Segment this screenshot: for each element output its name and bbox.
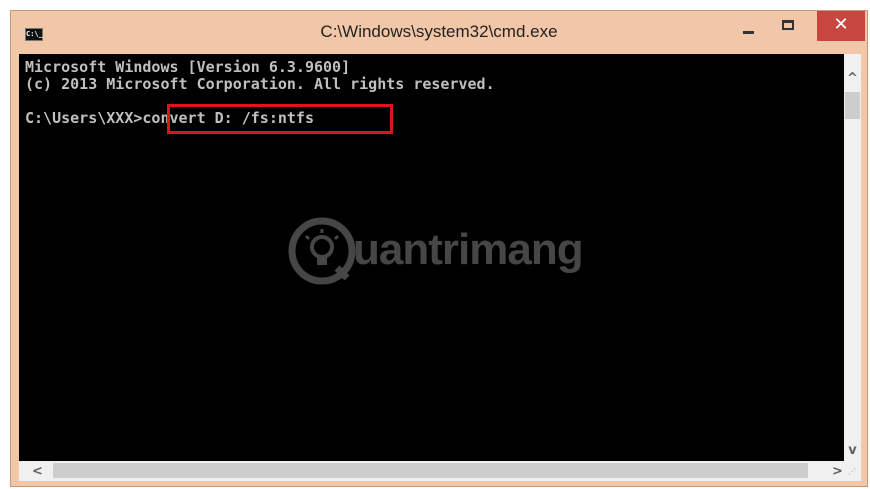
maximize-button[interactable] xyxy=(773,11,803,41)
scroll-right-icon[interactable]: > xyxy=(829,463,846,480)
scroll-up-icon[interactable]: ^ xyxy=(844,70,861,87)
bulb-icon xyxy=(288,217,356,285)
watermark-text: uantrimang xyxy=(353,225,584,274)
version-line: Microsoft Windows [Version 6.3.9600] xyxy=(25,58,351,76)
close-icon: ✕ xyxy=(833,14,849,35)
horizontal-scrollbar[interactable]: < > xyxy=(19,461,861,481)
horizontal-scroll-thumb[interactable] xyxy=(53,463,808,478)
vertical-scroll-thumb[interactable] xyxy=(845,92,860,119)
minimize-icon xyxy=(743,31,754,34)
console-output[interactable]: Microsoft Windows [Version 6.3.9600] (c)… xyxy=(19,54,844,461)
cmd-window: C:\_ C:\Windows\system32\cmd.exe ✕ Micro… xyxy=(10,10,868,487)
command-highlight-box xyxy=(167,104,393,134)
scroll-down-icon[interactable]: v xyxy=(844,442,861,459)
close-button[interactable]: ✕ xyxy=(817,11,865,41)
resize-grip-icon[interactable]: ⋰ xyxy=(848,467,860,479)
scroll-left-icon[interactable]: < xyxy=(29,463,46,480)
watermark-logo: uantrimang xyxy=(287,216,607,296)
vertical-scrollbar[interactable]: ^ v xyxy=(844,54,861,461)
title-bar[interactable]: C:\_ C:\Windows\system32\cmd.exe ✕ xyxy=(11,11,867,54)
maximize-icon xyxy=(782,20,794,30)
copyright-line: (c) 2013 Microsoft Corporation. All righ… xyxy=(25,75,495,93)
prompt-path: C:\Users\XXX> xyxy=(25,109,143,127)
minimize-button[interactable] xyxy=(734,11,764,41)
